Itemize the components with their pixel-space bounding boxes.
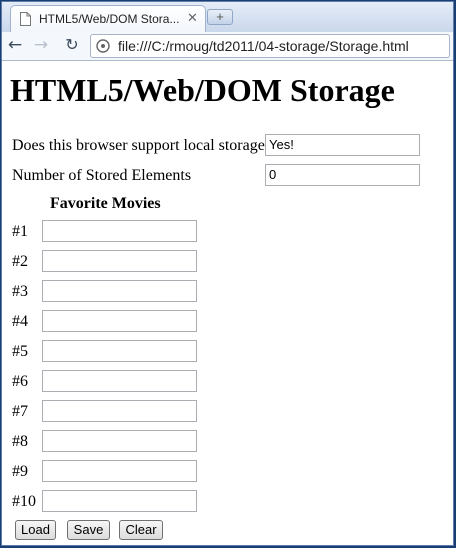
- movie-input-5[interactable]: [42, 340, 197, 362]
- movie-row-label: #10: [12, 493, 36, 510]
- new-tab-button[interactable]: +: [207, 9, 233, 25]
- movie-row-label: #5: [12, 343, 28, 360]
- page-icon: [20, 12, 31, 26]
- forward-arrow-icon[interactable]: →: [30, 34, 52, 56]
- movie-row-label: #4: [12, 313, 28, 330]
- address-bar[interactable]: file:///C:/rmoug/td2011/04-storage/Stora…: [90, 34, 450, 58]
- tab-title: HTML5/Web/DOM Stora...: [39, 12, 180, 26]
- close-tab-icon[interactable]: ✕: [187, 10, 198, 26]
- page-content: HTML5/Web/DOM Storage Does this browser …: [2, 61, 453, 545]
- movie-input-8[interactable]: [42, 430, 197, 452]
- movie-input-9[interactable]: [42, 460, 197, 482]
- movie-input-4[interactable]: [42, 310, 197, 332]
- browser-window: HTML5/Web/DOM Stora... ✕ + ← → ↻ file://…: [1, 1, 454, 546]
- movie-row-label: #3: [12, 283, 28, 300]
- load-button[interactable]: Load: [15, 520, 56, 540]
- browser-tab[interactable]: HTML5/Web/DOM Stora... ✕: [10, 5, 206, 32]
- reload-icon[interactable]: ↻: [61, 34, 83, 56]
- tab-strip: HTML5/Web/DOM Stora... ✕ +: [2, 2, 453, 32]
- movie-input-10[interactable]: [42, 490, 197, 512]
- movie-input-7[interactable]: [42, 400, 197, 422]
- movie-row-label: #1: [12, 223, 28, 240]
- movie-row-label: #9: [12, 463, 28, 480]
- save-button[interactable]: Save: [67, 520, 110, 540]
- movie-row-label: #2: [12, 253, 28, 270]
- support-field[interactable]: Yes!: [265, 134, 420, 156]
- movie-input-6[interactable]: [42, 370, 197, 392]
- movie-row-label: #6: [12, 373, 28, 390]
- page-title: HTML5/Web/DOM Storage: [10, 72, 395, 108]
- back-arrow-icon[interactable]: ←: [4, 34, 26, 56]
- support-label: Does this browser support local storage?: [12, 137, 272, 154]
- url-text[interactable]: file:///C:/rmoug/td2011/04-storage/Stora…: [118, 38, 409, 54]
- movie-input-2[interactable]: [42, 250, 197, 272]
- page-icon: [96, 39, 110, 53]
- movie-row-label: #7: [12, 403, 28, 420]
- clear-button[interactable]: Clear: [119, 520, 163, 540]
- movie-input-1[interactable]: [42, 220, 197, 242]
- toolbar: ← → ↻ file:///C:/rmoug/td2011/04-storage…: [2, 32, 453, 61]
- movies-heading: Favorite Movies: [50, 195, 161, 212]
- count-label: Number of Stored Elements: [12, 167, 192, 184]
- movie-row-label: #8: [12, 433, 28, 450]
- count-field[interactable]: 0: [265, 164, 420, 186]
- movie-input-3[interactable]: [42, 280, 197, 302]
